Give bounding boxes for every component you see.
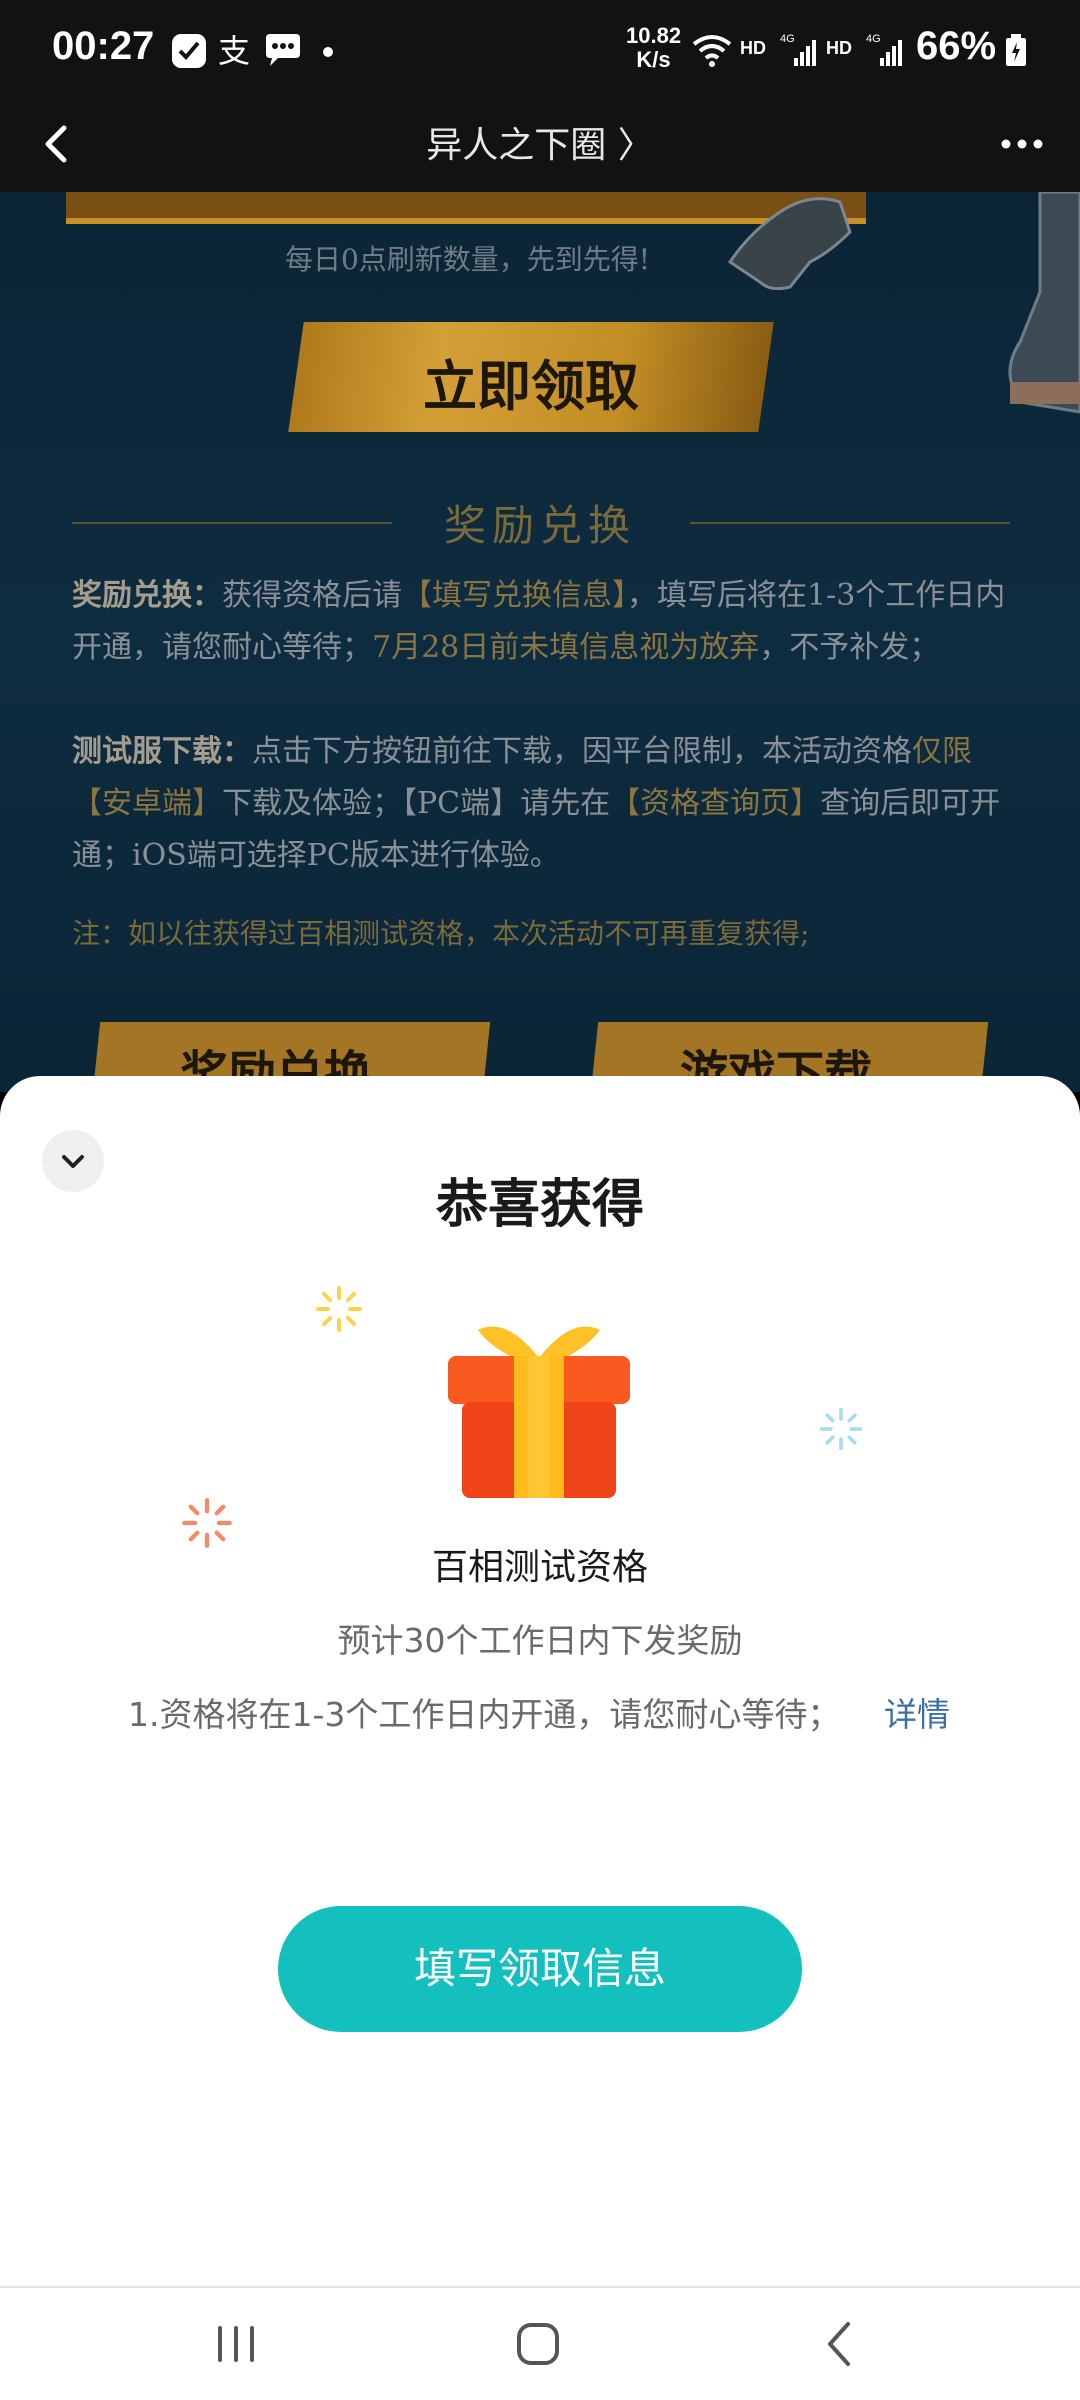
details-link[interactable]: 详情 (884, 1688, 950, 1736)
para1-text-a: 获得资格后请 (222, 578, 402, 613)
para2-highlight-b: 【资格查询页】 (610, 786, 821, 821)
status-time: 00:27 (52, 24, 155, 68)
refresh-note: 每日0点刷新数量，先到先得! (284, 243, 651, 276)
page-title[interactable]: 异人之下圈 〉 (0, 116, 1080, 168)
status-bar: 00:27 支 10.82 K/s HD 4G HD 4G 66% (0, 0, 1080, 96)
prize-description: 1.资格将在1-3个工作日内开通，请您耐心等待； (128, 1695, 841, 1734)
signal-4g-icon-2: 4G (866, 33, 902, 66)
para2-text-b: 下载及体验；【PC端】请先在 (222, 786, 611, 821)
reward-exchange-paragraph: 奖励兑换：获得资格后请【填写兑换信息】，填写后将在1-3个工作日内开通，请您耐心… (72, 570, 1012, 674)
notification-app-icon (172, 34, 206, 68)
alipay-icon: 支 (218, 32, 250, 70)
signal-4g-icon: 4G (780, 33, 816, 66)
dot-icon (323, 47, 333, 57)
fill-claim-info-button[interactable]: 填写领取信息 (278, 1906, 802, 2032)
battery-icon (1006, 34, 1026, 66)
para1-text-c: ，不予补发； (759, 630, 940, 665)
svg-text:支: 支 (218, 32, 250, 70)
more-dots-icon[interactable] (992, 114, 1052, 174)
para2-text-a: 点击下方按钮前往下载，因平台限制，本活动资格 (252, 734, 912, 769)
gift-box-icon (448, 1326, 630, 1498)
para1-label: 奖励兑换： (72, 578, 222, 613)
section-divider-right (690, 522, 1010, 524)
wifi-icon (692, 35, 732, 67)
sheet-title: 恭喜获得 (435, 1175, 644, 1235)
network-speed: 10.82 K/s (626, 24, 681, 72)
sparkle-icon-blue (819, 1407, 863, 1451)
hd-indicator-2: HD (826, 38, 852, 58)
home-icon[interactable] (498, 2314, 578, 2374)
para2-label: 测试服下载： (72, 734, 252, 769)
sparkle-icon (316, 1286, 362, 1332)
para1-highlight-a: 【填写兑换信息】 (402, 578, 627, 613)
activity-page-background: 每日0点刷新数量，先到先得! 立即领取 奖励兑换 奖励兑换：获得资格后请【填写兑… (0, 192, 1080, 1092)
prize-eta: 预计30个工作日内下发奖励 (337, 1621, 743, 1660)
hd-indicator: HD (740, 38, 766, 58)
repeat-note: 注：如以往获得过百相测试资格，本次活动不可再重复获得; (72, 917, 810, 950)
top-nav-bar: 异人之下圈 〉 (0, 96, 1080, 192)
battery-percent: 66% (916, 24, 997, 68)
network-speed-value: 10.82 (626, 23, 682, 48)
recent-apps-icon[interactable] (196, 2314, 276, 2374)
reward-bottom-sheet: 恭喜获得 百相测试资格 预计30个工作日内下发奖励 1.资格将在1-3个工作日内… (0, 1076, 1080, 2286)
message-icon (266, 34, 300, 66)
test-server-download-paragraph: 测试服下载：点击下方按钮前往下载，因平台限制，本活动资格仅限【安卓端】下载及体验… (72, 726, 1012, 882)
back-icon[interactable] (800, 2314, 880, 2374)
svg-text:4G: 4G (866, 33, 881, 45)
network-speed-unit: K/s (636, 47, 671, 72)
claim-now-button-label[interactable]: 立即领取 (296, 342, 766, 421)
system-nav-bar (0, 2286, 1080, 2400)
para1-highlight-b: 7月28日前未填信息视为放弃 (372, 630, 760, 665)
character-shoe-illustration (1008, 192, 1080, 414)
svg-text:4G: 4G (780, 33, 795, 45)
prize-name: 百相测试资格 (431, 1547, 648, 1588)
